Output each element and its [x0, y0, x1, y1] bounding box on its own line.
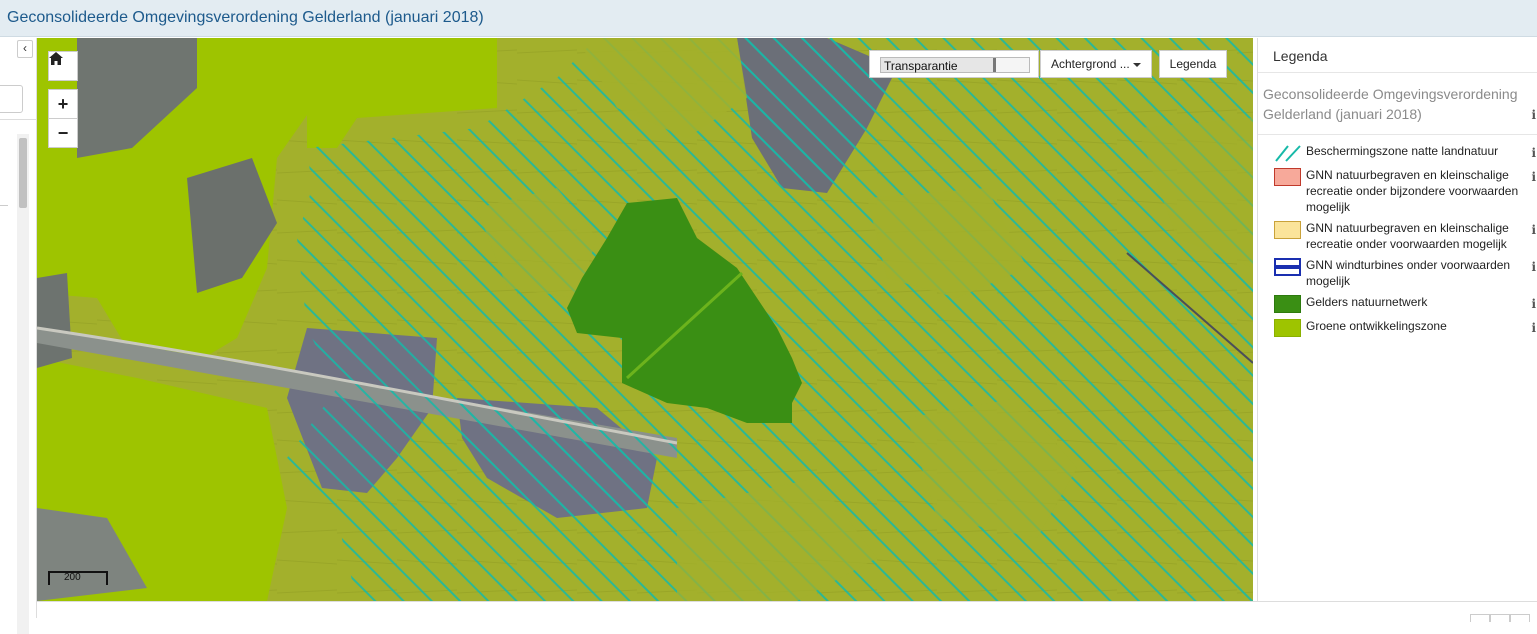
page-button[interactable]: [1470, 614, 1490, 622]
legend-swatch: [1274, 168, 1301, 186]
divider: [0, 205, 8, 206]
legend-item: Groene ontwikkelingszone i: [1258, 318, 1537, 337]
legend-item-label: GNN windturbines onder voorwaarden mogel…: [1306, 258, 1511, 288]
legend-item: GNN natuurbegraven en kleinschalige recr…: [1258, 167, 1537, 215]
map-viewer[interactable]: + − Transparantie Achtergrond ... Legend…: [37, 38, 1253, 601]
chevron-left-icon[interactable]: ‹: [17, 40, 33, 58]
scrollbar[interactable]: [17, 134, 29, 634]
legend-item-label: Gelders natuurnetwerk: [1306, 295, 1428, 309]
home-icon: [49, 52, 63, 65]
zoom-out-button[interactable]: −: [48, 118, 78, 148]
info-icon[interactable]: i: [1531, 259, 1536, 275]
legend-button[interactable]: Legenda: [1159, 50, 1227, 78]
scale-bar: 200: [48, 571, 108, 585]
legend-item-label: Groene ontwikkelingszone: [1306, 319, 1447, 333]
legend-swatch: [1274, 144, 1301, 162]
page-button[interactable]: [1490, 614, 1510, 622]
info-icon[interactable]: i: [1531, 169, 1536, 185]
caret-down-icon: [1133, 63, 1141, 67]
transparency-control: Transparantie: [869, 50, 1039, 78]
home-button[interactable]: [48, 51, 78, 81]
page-button[interactable]: [1510, 614, 1530, 622]
legend-swatch: [1274, 258, 1301, 276]
bottom-bar: [37, 601, 1537, 622]
scrollbar-thumb[interactable]: [19, 138, 27, 208]
legend-swatch: [1274, 319, 1301, 337]
legend-item-label: Beschermingszone natte landnatuur: [1306, 144, 1499, 158]
app-title: Geconsolideerde Omgevingsverordening Gel…: [7, 9, 484, 26]
info-icon[interactable]: i: [1531, 296, 1536, 312]
legend-layer-name: Geconsolideerde Omgevingsverordening Gel…: [1263, 86, 1518, 122]
title-bar: Geconsolideerde Omgevingsverordening Gel…: [0, 0, 1537, 37]
map-canvas[interactable]: [37, 38, 1253, 601]
legend-item: Beschermingszone natte landnatuur i: [1258, 143, 1537, 162]
legend-swatch: [1274, 221, 1301, 239]
background-dropdown[interactable]: Achtergrond ...: [1040, 50, 1152, 78]
legend-swatch: [1274, 295, 1301, 313]
legend-item-label: GNN natuurbegraven en kleinschalige recr…: [1306, 221, 1509, 251]
info-icon[interactable]: i: [1531, 145, 1536, 161]
divider: [0, 119, 36, 120]
background-dropdown-label: Achtergrond ...: [1051, 57, 1130, 71]
info-icon[interactable]: i: [1531, 222, 1536, 238]
transparency-slider[interactable]: Transparantie: [880, 57, 1030, 73]
legend-item: GNN windturbines onder voorwaarden mogel…: [1258, 257, 1537, 289]
legend-header: Legenda: [1258, 38, 1537, 73]
legend-item-label: GNN natuurbegraven en kleinschalige recr…: [1306, 168, 1519, 214]
info-icon[interactable]: i: [1531, 320, 1536, 336]
legend-item: GNN natuurbegraven en kleinschalige recr…: [1258, 220, 1537, 252]
legend-item: Gelders natuurnetwerk i: [1258, 294, 1537, 313]
scale-label: 200: [64, 572, 81, 583]
legend-list: Beschermingszone natte landnatuur i GNN na…: [1258, 135, 1537, 337]
zoom-in-button[interactable]: +: [48, 89, 78, 119]
info-icon[interactable]: i: [1531, 105, 1536, 125]
legend-panel: Legenda Geconsolideerde Omgevingsverorde…: [1257, 38, 1537, 601]
left-panel: ‹: [0, 38, 37, 634]
legend-layer-title: Geconsolideerde Omgevingsverordening Gel…: [1258, 73, 1537, 135]
transparency-label: Transparantie: [884, 59, 958, 73]
search-input[interactable]: [0, 85, 23, 113]
